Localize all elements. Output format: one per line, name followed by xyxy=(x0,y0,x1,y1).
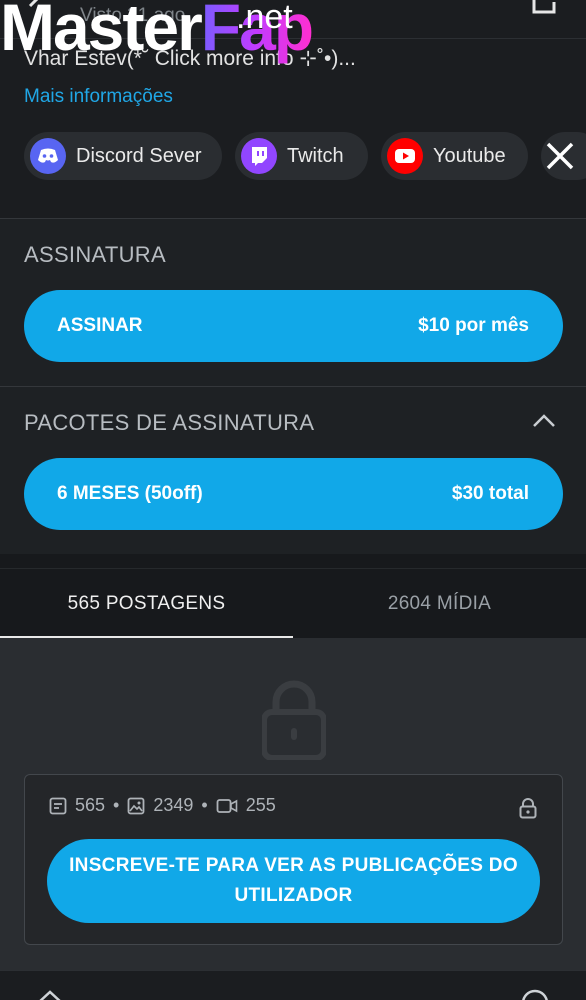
more-info-link[interactable]: Mais informações xyxy=(24,86,173,108)
cta-line-1: INSCREVE-TE PARA VER AS PUBLICAÇÕES DO xyxy=(69,855,518,876)
bundles-title: PACOTES DE ASSINATURA xyxy=(24,410,315,435)
chevron-up-icon[interactable] xyxy=(532,412,556,428)
watermark-tld: .net xyxy=(236,0,293,36)
bundle-button[interactable]: 6 MESES (50off) $30 total xyxy=(24,458,563,530)
subscribe-price: $10 por mês xyxy=(418,315,529,336)
divider xyxy=(0,218,586,219)
subscribe-label: ASSINAR xyxy=(57,315,143,336)
cta-line-2: UTILIZADOR xyxy=(234,885,353,906)
small-lock-icon xyxy=(519,798,537,819)
subscribe-button[interactable]: ASSINAR $10 por mês xyxy=(24,290,563,362)
chip-label: Twitch xyxy=(287,144,344,167)
subscription-title: ASSINATURA xyxy=(24,242,166,267)
subscribe-to-view-button[interactable]: INSCREVE-TE PARA VER AS PUBLICAÇÕES DO U… xyxy=(47,839,540,923)
home-icon[interactable] xyxy=(36,989,64,1000)
image-icon xyxy=(127,797,145,814)
discord-icon xyxy=(30,138,66,174)
chip-label: Discord Sever xyxy=(76,144,202,167)
posts-count: 565 xyxy=(75,795,106,815)
profile-icon[interactable] xyxy=(520,989,550,1000)
divider xyxy=(0,554,586,568)
content-tabs: 565 POSTAGENS 2604 MÍDIA xyxy=(0,568,586,639)
bundle-label: 6 MESES (50off) xyxy=(57,483,203,504)
photos-count: 2349 xyxy=(153,795,194,815)
x-icon xyxy=(545,138,575,174)
subscribe-card: 565 • 2349 • 255 INSCREVE-TE PARA VER AS… xyxy=(24,774,563,945)
chip-label: Youtube xyxy=(433,144,506,167)
content-stats: 565 • 2349 • 255 xyxy=(49,795,276,816)
video-icon xyxy=(216,798,238,813)
posts-icon xyxy=(49,797,67,814)
youtube-icon xyxy=(387,138,423,174)
social-link-youtube[interactable]: Youtube xyxy=(381,132,528,180)
bottom-navigation xyxy=(0,970,586,1000)
social-link-x[interactable] xyxy=(541,132,586,180)
bundle-price: $30 total xyxy=(451,483,529,504)
social-link-discord[interactable]: Discord Sever xyxy=(24,132,222,180)
lock-icon xyxy=(262,680,326,760)
videos-count: 255 xyxy=(245,795,276,815)
twitch-icon xyxy=(241,138,277,174)
tab-posts[interactable]: 565 POSTAGENS xyxy=(0,569,293,639)
social-link-twitch[interactable]: Twitch xyxy=(235,132,368,180)
divider xyxy=(0,386,586,387)
tab-media[interactable]: 2604 MÍDIA xyxy=(293,569,586,639)
share-icon[interactable] xyxy=(528,0,560,16)
